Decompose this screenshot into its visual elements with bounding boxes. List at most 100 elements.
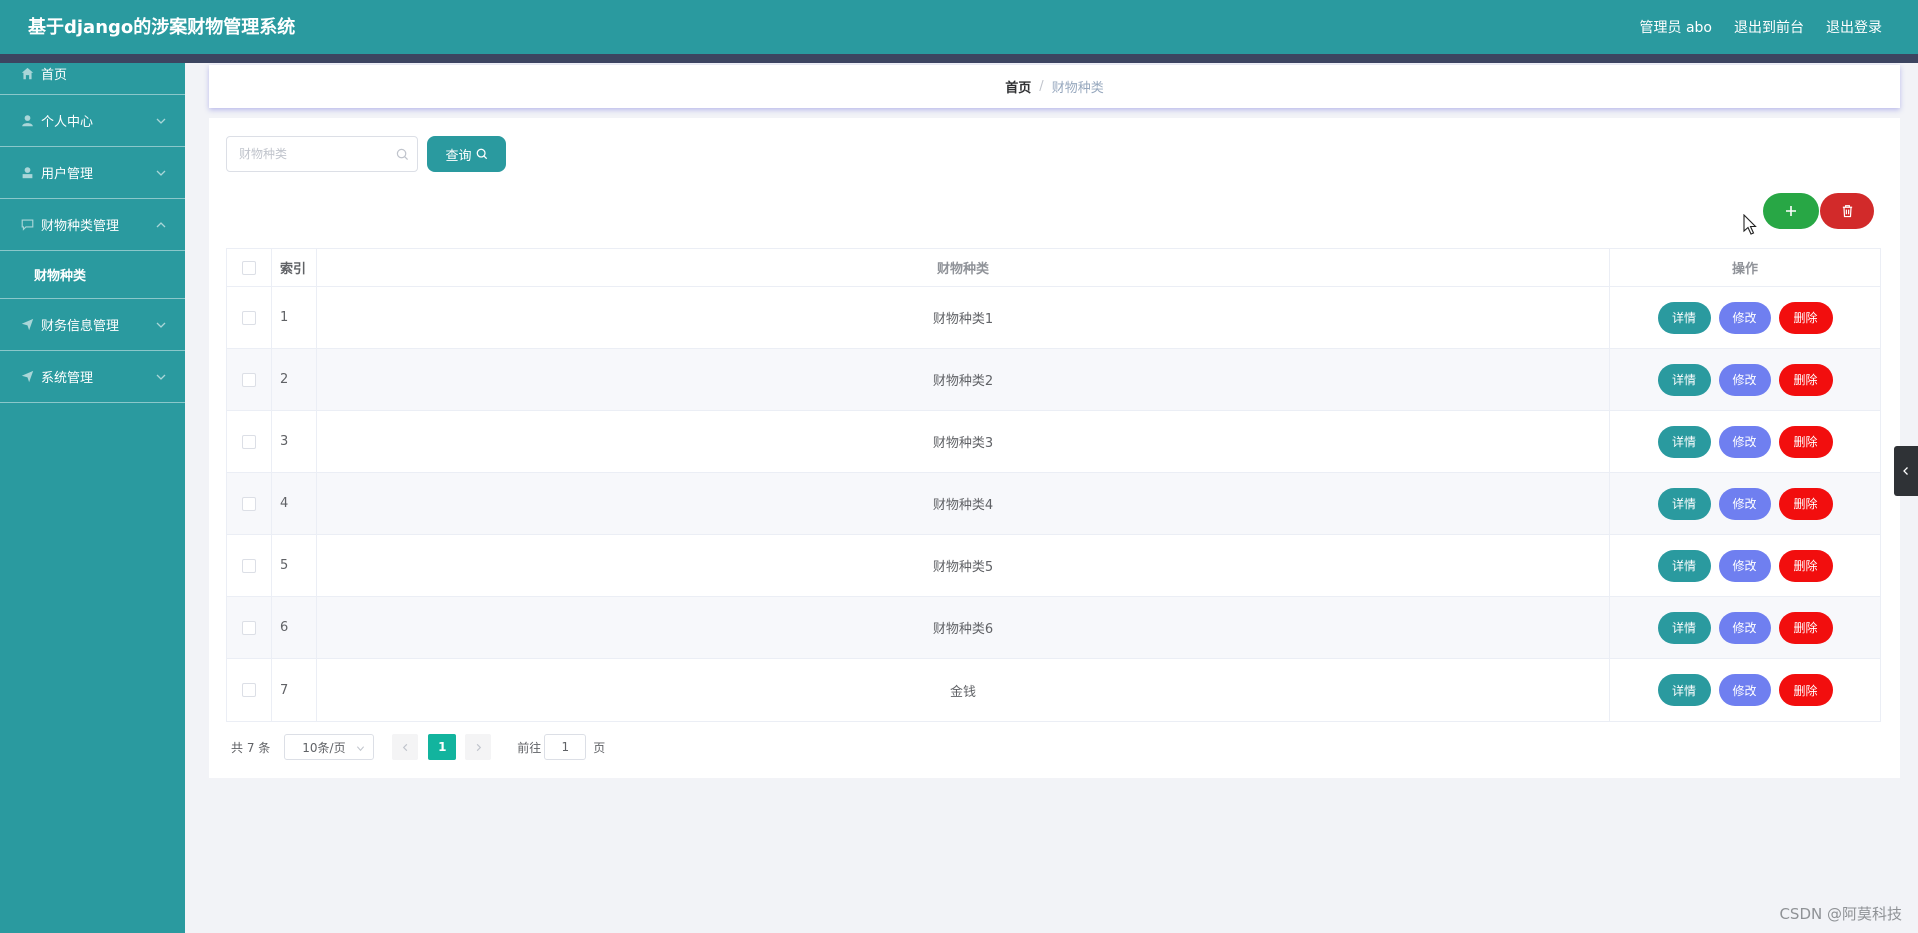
row-index: 7 [272, 659, 317, 721]
user-manage-icon [20, 166, 34, 180]
row-name: 财物种类3 [317, 411, 1610, 472]
row-index: 4 [272, 473, 317, 534]
chevron-down-icon [156, 322, 166, 328]
sidebar-item-label: 用户管理 [41, 167, 94, 182]
category-table: 索引 财物种类 操作 1 财物种类1 详情 修改 删除 2 财物种类2 详情 修… [226, 248, 1881, 722]
row-checkbox[interactable] [242, 683, 256, 697]
trash-icon [1842, 205, 1852, 218]
sidebar-item-personal-center[interactable]: 个人中心 [0, 95, 185, 147]
row-checkbox[interactable] [242, 496, 256, 511]
chevron-left-icon [1903, 467, 1908, 475]
sidebar-item-label: 首页 [41, 68, 68, 83]
send-icon [20, 370, 34, 384]
column-header-index: 索引 [272, 249, 317, 286]
main-content: 查询 索引 财物种类 操作 1 财物种类1 详情 修改 删除 2 财物种类 [209, 118, 1900, 778]
exit-to-frontend-link[interactable]: 退出到前台 [1734, 18, 1804, 38]
mouse-cursor-icon [1743, 214, 1757, 235]
delete-button[interactable]: 删除 [1778, 611, 1833, 644]
table-row: 2 财物种类2 详情 修改 删除 [227, 349, 1880, 411]
table-row: 4 财物种类4 详情 修改 删除 [227, 473, 1880, 535]
row-name: 财物种类5 [317, 535, 1610, 596]
chat-icon [20, 218, 34, 232]
bulk-delete-button[interactable] [1820, 193, 1874, 229]
edit-button[interactable]: 修改 [1718, 425, 1771, 458]
delete-button[interactable]: 删除 [1778, 425, 1833, 458]
category-search-input[interactable] [227, 137, 377, 171]
row-index: 1 [272, 287, 317, 348]
row-index: 3 [272, 411, 317, 472]
edit-button[interactable]: 修改 [1718, 363, 1771, 396]
table-row: 1 财物种类1 详情 修改 删除 [227, 287, 1880, 349]
row-checkbox[interactable] [242, 558, 256, 573]
delete-button[interactable]: 删除 [1778, 487, 1833, 520]
select-all-checkbox[interactable] [242, 260, 256, 275]
app-title: 基于django的涉案财物管理系统 [28, 17, 296, 38]
right-panel-toggle[interactable] [1894, 446, 1918, 496]
row-actions: 详情 修改 删除 [1610, 349, 1880, 410]
delete-button[interactable]: 删除 [1778, 301, 1833, 334]
breadcrumb-current: 财物种类 [1051, 81, 1104, 96]
pagination: 共 7 条 10条/页 1 前往 页 [231, 734, 605, 760]
edit-button[interactable]: 修改 [1718, 549, 1771, 582]
detail-button[interactable]: 详情 [1657, 363, 1711, 396]
row-checkbox[interactable] [242, 620, 256, 635]
page-number-current[interactable]: 1 [428, 734, 457, 760]
query-button[interactable]: 查询 [427, 136, 506, 172]
sidebar: 首页 个人中心 用户管理 财物种类管理 财物种类 财务信息管理 系统管理 [0, 63, 185, 933]
sidebar-item-home[interactable]: 首页 [0, 53, 185, 95]
row-index: 6 [272, 597, 317, 658]
sidebar-item-finance-info[interactable]: 财务信息管理 [0, 299, 185, 351]
row-actions: 详情 修改 删除 [1610, 287, 1880, 348]
sidebar-item-system-management[interactable]: 系统管理 [0, 351, 185, 403]
row-checkbox[interactable] [242, 372, 256, 387]
next-page-button[interactable] [465, 734, 492, 760]
page-size-select[interactable]: 10条/页 [284, 734, 375, 760]
pagination-total: 共 7 条 [231, 740, 271, 755]
chevron-right-icon [476, 743, 481, 751]
page-size-value: 10条/页 [302, 740, 346, 755]
detail-button[interactable]: 详情 [1657, 549, 1711, 582]
breadcrumb-home[interactable]: 首页 [1005, 77, 1031, 96]
query-button-label: 查询 [445, 148, 472, 164]
detail-button[interactable]: 详情 [1657, 487, 1711, 520]
chevron-down-icon [156, 374, 166, 380]
admin-user-link[interactable]: 管理员 abo [1640, 18, 1712, 38]
detail-button[interactable]: 详情 [1657, 301, 1711, 334]
chevron-down-icon [156, 118, 166, 124]
row-checkbox[interactable] [242, 310, 256, 325]
detail-button[interactable]: 详情 [1657, 674, 1711, 706]
edit-button[interactable]: 修改 [1718, 611, 1771, 644]
table-row: 6 财物种类6 详情 修改 删除 [227, 597, 1880, 659]
edit-button[interactable]: 修改 [1718, 301, 1771, 334]
row-actions: 详情 修改 删除 [1610, 659, 1880, 721]
chevron-left-icon [402, 743, 408, 751]
detail-button[interactable]: 详情 [1657, 611, 1711, 644]
logout-link[interactable]: 退出登录 [1826, 18, 1882, 38]
table-header-row: 索引 财物种类 操作 [227, 249, 1880, 287]
breadcrumb: 首页 / 财物种类 [209, 65, 1900, 108]
delete-button[interactable]: 删除 [1778, 549, 1833, 582]
sidebar-item-category-management[interactable]: 财物种类管理 [0, 199, 185, 251]
header-strip [0, 54, 1918, 63]
delete-button[interactable]: 删除 [1778, 674, 1833, 706]
sidebar-item-user-management[interactable]: 用户管理 [0, 147, 185, 199]
goto-page-input[interactable] [544, 734, 587, 760]
row-name: 财物种类4 [317, 473, 1610, 534]
prev-page-button[interactable] [392, 734, 419, 760]
detail-button[interactable]: 详情 [1657, 425, 1711, 458]
row-name: 金钱 [317, 659, 1610, 721]
watermark: CSDN @阿莫科技 [1779, 905, 1902, 923]
edit-button[interactable]: 修改 [1718, 487, 1771, 520]
row-index: 2 [272, 349, 317, 410]
column-header-ops: 操作 [1731, 262, 1758, 277]
row-name: 财物种类2 [317, 349, 1610, 410]
row-actions: 详情 修改 删除 [1610, 473, 1880, 534]
page-unit-label: 页 [593, 740, 606, 755]
search-field [226, 136, 418, 172]
delete-button[interactable]: 删除 [1778, 363, 1833, 396]
sidebar-item-label: 个人中心 [41, 115, 94, 130]
sidebar-subitem-category[interactable]: 财物种类 [0, 251, 185, 299]
edit-button[interactable]: 修改 [1718, 674, 1771, 706]
add-button[interactable] [1763, 193, 1819, 229]
row-checkbox[interactable] [242, 434, 256, 449]
